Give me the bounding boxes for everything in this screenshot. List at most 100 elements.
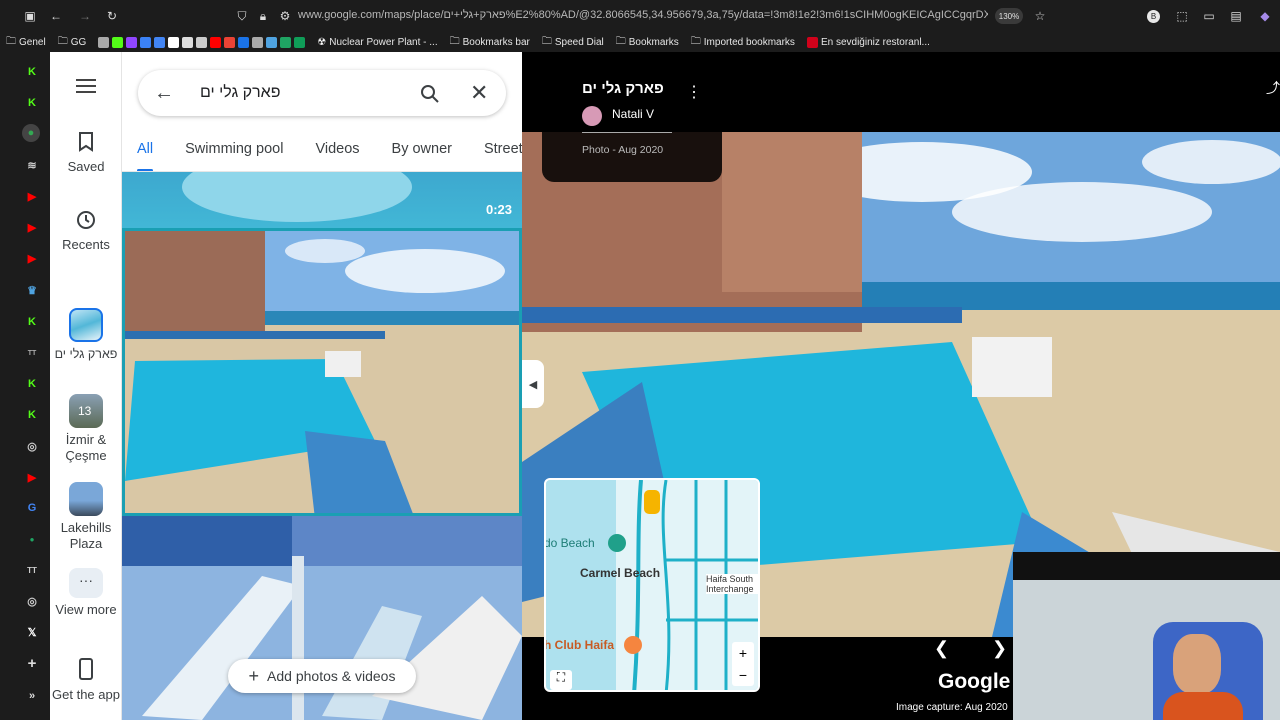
crown-icon[interactable]: ♛ — [24, 282, 40, 298]
globe-icon[interactable]: ◎ — [24, 593, 40, 609]
back-icon[interactable]: ← — [48, 8, 64, 24]
back-arrow-icon[interactable]: ← — [154, 82, 174, 105]
youtube-icon — [210, 36, 222, 48]
avatar — [582, 106, 602, 126]
x-icon[interactable]: 𝕏 — [24, 624, 40, 640]
search-input[interactable]: פארק גלי ים — [200, 84, 280, 102]
place-title[interactable]: פארק גלי ים — [582, 80, 664, 97]
search-icon[interactable] — [420, 84, 440, 104]
add-icon[interactable]: + — [24, 655, 40, 672]
hamburger-icon — [76, 79, 96, 93]
tab-by-owner[interactable]: By owner — [392, 132, 452, 172]
media-icon[interactable]: ▤ — [1228, 8, 1244, 24]
prev-photo-icon[interactable]: ❮ — [934, 638, 949, 659]
share-icon[interactable]: ⤴ — [1266, 78, 1280, 98]
youtube-icon[interactable]: ▶ — [24, 469, 40, 485]
reload-icon[interactable]: ↻ — [104, 8, 120, 24]
extensions-icon[interactable]: ⬚ — [1174, 8, 1190, 24]
plus-icon: + — [248, 665, 260, 686]
restaurant-marker-icon[interactable] — [624, 636, 642, 654]
beach-marker-icon[interactable] — [608, 534, 626, 552]
pool-photo — [125, 231, 519, 513]
close-icon[interactable]: ✕ — [470, 80, 488, 106]
zoom-level[interactable]: 130% — [995, 8, 1023, 24]
browser-side-panel: K K ● ≋ ▶ ▶ ▶ ♛ K TT K K ◎ ▶ G ● TT ◎ 𝕏 … — [0, 52, 50, 720]
add-photos-button[interactable]: + Add photos & videos — [228, 659, 416, 693]
google-icon[interactable]: G — [24, 500, 40, 516]
collapse-panel-button[interactable]: ◀ — [522, 360, 544, 408]
kick-icon[interactable]: K — [24, 64, 40, 80]
bookmark-bookmarks-bar[interactable]: 🗀 Bookmarks bar — [450, 34, 530, 51]
tt-icon[interactable]: TT — [24, 345, 40, 361]
get-app-button[interactable]: Get the app — [50, 658, 122, 703]
minimap[interactable]: do Beach Carmel Beach Haifa South Interc… — [544, 478, 760, 692]
next-photo-icon[interactable]: ❯ — [992, 638, 1007, 659]
profile-icon[interactable]: ◆ — [1257, 8, 1273, 24]
kick-icon[interactable]: K — [24, 314, 40, 330]
recent-place-lakehills[interactable]: Lakehills Plaza — [50, 482, 122, 552]
bookmark-imported[interactable]: 🗀 Imported bookmarks — [691, 34, 795, 51]
fullscreen-icon[interactable]: ⛶ — [550, 670, 572, 690]
tab-icon[interactable]: ▭ — [1201, 8, 1217, 24]
pegman-icon[interactable] — [644, 490, 660, 514]
kick-icon[interactable]: K — [24, 407, 40, 423]
db-icon — [98, 36, 110, 48]
menu-button[interactable] — [50, 78, 122, 97]
bookmark-icon — [79, 132, 93, 152]
zoom-controls[interactable]: + − — [732, 642, 754, 686]
recents-button[interactable]: Recents — [50, 210, 122, 253]
tt-icon[interactable]: TT — [24, 562, 40, 578]
bookmark-speed-dial[interactable]: 🗀 Speed Dial — [542, 34, 604, 51]
browser-toolbar: ▣ ← → ↻ ⛉ 🔒︎ ⚙ www.google.com/maps/place… — [0, 0, 1280, 32]
database-icon[interactable]: ≋ — [24, 157, 40, 173]
kick-icon[interactable]: K — [24, 95, 40, 111]
bookmark-restaurants[interactable]: En sevdiğiniz restoranl... — [806, 36, 930, 48]
extension-b-icon[interactable]: B — [1147, 10, 1160, 23]
lock-icon[interactable]: 🔒︎ — [255, 8, 271, 24]
view-more-button[interactable]: ··· View more — [50, 568, 122, 618]
youtube-icon[interactable]: ▶ — [24, 219, 40, 235]
site-settings-icon[interactable]: ⚙ — [277, 8, 293, 24]
bookmark-bookmarks[interactable]: 🗀 Bookmarks — [616, 34, 679, 51]
app-icon[interactable]: ● — [24, 531, 40, 547]
youtube-icon[interactable]: ▶ — [24, 250, 40, 266]
more-vert-icon[interactable]: ⋮ — [686, 82, 702, 102]
forward-icon[interactable]: → — [77, 8, 93, 24]
folder-icon: 🗀 — [449, 35, 460, 47]
bookmark-star-icon[interactable]: ☆ — [1032, 8, 1048, 24]
bookmark-gg[interactable]: 🗀 GG — [58, 34, 87, 51]
place-thumbnail — [69, 482, 103, 516]
tab-all[interactable]: All — [137, 132, 153, 172]
youtube-icon[interactable]: ▶ — [24, 188, 40, 204]
bookmark-favicons[interactable] — [98, 36, 306, 48]
recent-place-galei-yam[interactable]: פארק גלי ים — [50, 308, 122, 362]
tab-street[interactable]: Street — [484, 132, 522, 172]
x-icon — [168, 36, 180, 48]
photo-tile-selected[interactable] — [122, 228, 522, 516]
bookmarks-bar: 🗀 Genel 🗀 GG ☢ Nuclear Power Plant - ... 🗀 B… — [0, 32, 1280, 52]
url-input[interactable]: www.google.com/maps/place/פארק+גלי+ים%E2… — [298, 9, 988, 21]
recent-list-izmir[interactable]: 13 İzmir & Çeşme — [50, 394, 122, 464]
video-tile[interactable]: 0:23 — [122, 172, 522, 228]
globe-icon[interactable]: ◎ — [24, 438, 40, 454]
map-label: do Beach — [544, 536, 595, 550]
maps-icon[interactable]: ● — [22, 124, 40, 142]
author-name[interactable]: Natali V — [612, 107, 654, 121]
shield-icon[interactable]: ⛉ — [234, 8, 250, 24]
bookmark-genel[interactable]: 🗀 Genel — [6, 34, 46, 51]
bookmark-nuclear[interactable]: ☢ Nuclear Power Plant - ... — [317, 37, 437, 48]
kick-icon — [112, 36, 124, 48]
kick-icon[interactable]: K — [24, 376, 40, 392]
medium-icon — [252, 36, 264, 48]
folder-icon: 🗀 — [57, 35, 68, 47]
webcam-overlay — [1013, 552, 1280, 720]
tab-videos[interactable]: Videos — [315, 132, 359, 172]
sidebar-toggle-icon[interactable]: ▣ — [22, 8, 38, 24]
expand-icon[interactable]: » — [24, 688, 40, 704]
play-icon — [238, 36, 250, 48]
saved-button[interactable]: Saved — [50, 132, 122, 175]
tt-icon — [182, 36, 194, 48]
video-preview — [182, 172, 412, 222]
tab-swimming-pool[interactable]: Swimming pool — [185, 132, 283, 172]
place-thumbnail — [69, 308, 103, 342]
